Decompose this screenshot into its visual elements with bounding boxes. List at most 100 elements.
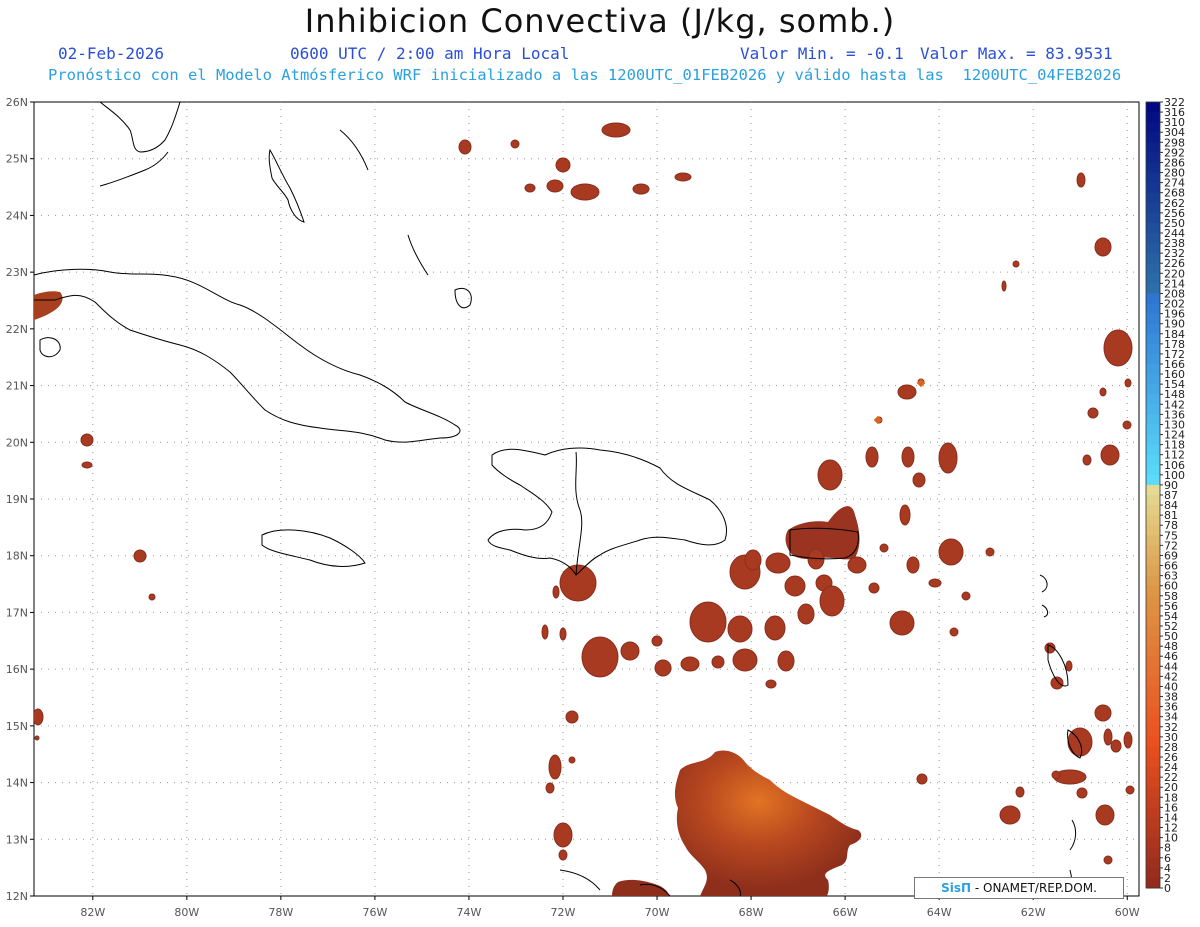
credit-text: - ONAMET/REP.DOM. (971, 881, 1097, 895)
colorbar-swatch (1146, 585, 1160, 597)
colorbar-swatch (1146, 767, 1160, 778)
colorbar-swatch (1146, 283, 1160, 294)
colorbar-swatch (1146, 313, 1160, 325)
cin-cell (548, 754, 562, 780)
cin-cell (1065, 660, 1073, 672)
cin-cell (727, 615, 753, 643)
colorbar-swatch (1146, 736, 1160, 748)
cin-cell (928, 578, 942, 588)
colorbar-swatch (1146, 434, 1160, 446)
colorbar-swatch (1146, 867, 1160, 879)
cin-cell (601, 122, 631, 138)
longitude-labels: 82W 80W 78W 76W 74W 72W 70W 68W 66W 64W 62W 60W (80, 896, 1140, 919)
colorbar-swatch (1146, 686, 1160, 698)
cin-cell (906, 556, 920, 574)
lat-label: 17N (6, 606, 28, 619)
colorbar-swatch (1146, 626, 1160, 637)
colorbar-swatch (1146, 505, 1160, 516)
colorbar-swatch (1146, 636, 1160, 647)
cin-cell (1001, 280, 1007, 292)
colorbar-swatch (1146, 182, 1160, 194)
colorbar-swatch (1146, 716, 1160, 728)
colorbar-swatch (1146, 253, 1160, 264)
colorbar-swatch (1146, 807, 1160, 818)
colorbar-swatch (1146, 263, 1160, 274)
cin-cell (1012, 260, 1020, 268)
colorbar-swatch (1146, 545, 1160, 556)
lon-label: 82W (80, 906, 105, 919)
colorbar-swatch (1146, 565, 1160, 577)
cin-cell (744, 549, 762, 571)
colorbar-swatch (1146, 877, 1160, 889)
lat-label: 19N (6, 493, 28, 506)
colorbar-swatch (1146, 343, 1160, 355)
colorbar-swatch (1146, 646, 1160, 657)
lat-label: 22N (6, 323, 28, 336)
cin-cell (552, 585, 560, 599)
cin-cell (949, 627, 959, 637)
cin-cell (865, 446, 879, 468)
cin-cell (651, 635, 663, 647)
lon-label: 66W (833, 906, 858, 919)
colorbar-swatch (1146, 595, 1160, 607)
cin-cell (568, 756, 576, 764)
cin-cell (553, 822, 573, 848)
cin-cell (555, 157, 571, 173)
lon-label: 62W (1021, 906, 1046, 919)
cin-cell (938, 538, 964, 566)
lon-label: 74W (457, 906, 482, 919)
cin-cell (148, 593, 156, 601)
cin-cell (819, 585, 845, 617)
colorbar-swatch (1146, 535, 1160, 546)
lon-label: 60W (1115, 906, 1140, 919)
colorbar-swatch (1146, 152, 1160, 163)
cin-cell (797, 603, 815, 625)
cin-cell (524, 183, 536, 193)
colorbar-swatch (1146, 495, 1160, 506)
colorbar-swatch (1146, 817, 1160, 829)
cin-cell (901, 446, 915, 468)
cin-cell (1095, 804, 1115, 826)
colorbar-swatch (1146, 394, 1160, 405)
colorbar-swatch (1146, 666, 1160, 677)
lon-label: 68W (739, 906, 764, 919)
lat-label: 24N (6, 209, 28, 222)
cin-cell (1100, 444, 1120, 466)
cin-cell (1050, 676, 1064, 690)
cin-cell (1103, 728, 1113, 746)
cin-cell (133, 549, 147, 563)
cin-cell (961, 591, 971, 601)
colorbar-swatch (1146, 233, 1160, 244)
colorbar-swatch (1146, 555, 1160, 567)
colorbar-swatch (1146, 454, 1160, 466)
colorbar-swatch (1146, 222, 1160, 234)
colorbar-swatch (1146, 102, 1160, 113)
colorbar-swatch (1146, 273, 1160, 284)
cin-cell (1082, 454, 1092, 466)
colorbar-swatch (1146, 404, 1160, 415)
colorbar-swatch (1146, 857, 1160, 869)
cin-cell (81, 461, 93, 469)
cin-cell (674, 172, 692, 182)
colorbar-swatch (1146, 746, 1160, 758)
cin-cell (632, 183, 650, 195)
cin-cell (680, 656, 700, 672)
cin-cell (1094, 237, 1112, 257)
cin-cell (1122, 420, 1132, 430)
lon-label: 70W (645, 906, 670, 919)
lon-label: 76W (362, 906, 387, 919)
lon-label: 80W (174, 906, 199, 919)
cin-cell (559, 627, 567, 641)
colorbar-swatch (1146, 414, 1160, 425)
colorbar-swatch (1146, 303, 1160, 315)
colorbar-swatch (1146, 202, 1160, 214)
lat-label: 23N (6, 266, 28, 279)
colorbar-swatch (1146, 615, 1160, 627)
colorbar-swatch (1146, 515, 1160, 526)
colorbar-swatch (1146, 424, 1160, 436)
colorbar-swatch (1146, 656, 1160, 667)
cin-cell (654, 659, 672, 677)
cin-cell (889, 610, 915, 636)
colorbar-swatch (1146, 696, 1160, 708)
colorbar-swatch (1146, 484, 1160, 496)
